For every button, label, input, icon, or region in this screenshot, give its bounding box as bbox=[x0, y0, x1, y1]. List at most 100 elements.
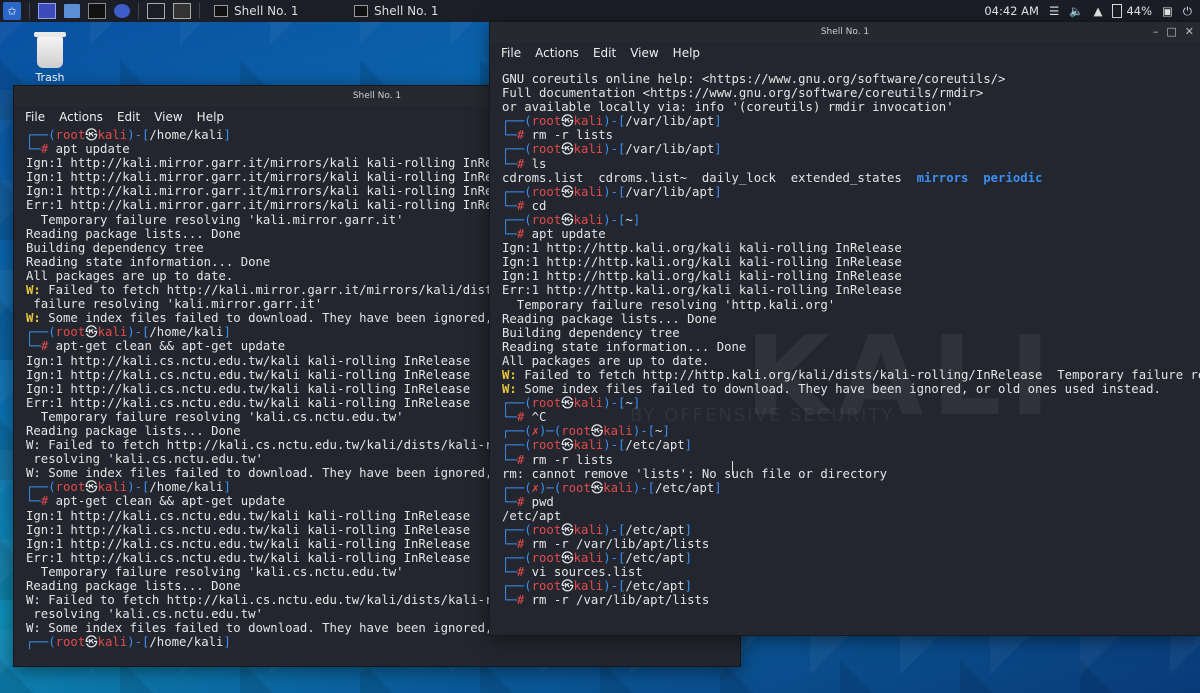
show-desktop-icon[interactable] bbox=[38, 3, 56, 19]
menu-edit[interactable]: Edit bbox=[593, 46, 616, 60]
prompt-user: root bbox=[55, 635, 86, 650]
prompt-host: kali bbox=[603, 480, 633, 495]
terminal-launcher-icon[interactable] bbox=[88, 3, 106, 19]
prompt-frame: )-[ bbox=[127, 128, 150, 142]
ls-files: cdroms.list cdroms.list~ daily_lock exte… bbox=[502, 170, 917, 185]
prompt-at: ㉿ bbox=[85, 325, 98, 340]
terminal-line: ┌──(✗)─(root㉿kali)-[/etc/apt] bbox=[502, 481, 1200, 495]
terminal-window-front[interactable]: Shell No. 1 – □ ✕ File Actions Edit View Hel… bbox=[490, 22, 1200, 635]
prompt-frame: ] bbox=[684, 579, 693, 594]
prompt-frame: ] bbox=[714, 114, 722, 129]
prompt-dir: /etc/apt bbox=[625, 523, 685, 537]
menu-file[interactable]: File bbox=[501, 46, 521, 60]
prompt-frame: ] bbox=[662, 424, 670, 439]
terminal-line: └─# cd bbox=[502, 199, 1200, 213]
prompt-frame: ( bbox=[48, 325, 56, 340]
prompt-hash: # bbox=[516, 537, 532, 552]
prompt-user: root bbox=[55, 480, 86, 495]
window-titlebar[interactable]: Shell No. 1 – □ ✕ bbox=[490, 22, 1200, 42]
notification-bell-icon[interactable]: ▲ bbox=[1094, 4, 1103, 18]
clock[interactable]: 04:42 AM bbox=[984, 4, 1039, 18]
minimize-icon[interactable]: – bbox=[1153, 25, 1159, 38]
lock-icon[interactable]: ▣ bbox=[1162, 4, 1173, 18]
output-text: GNU coreutils online help: <https://www.… bbox=[502, 72, 1006, 86]
taskbar-item-shell-1[interactable]: Shell No. 1 bbox=[204, 0, 326, 22]
prompt-frame: └─ bbox=[502, 227, 517, 242]
prompt-host: kali bbox=[573, 114, 604, 129]
desktop-icon-trash[interactable]: Trash bbox=[24, 32, 76, 84]
power-icon[interactable]: ⏻ bbox=[1183, 4, 1192, 19]
workspace-2-icon[interactable] bbox=[173, 3, 191, 19]
prompt-host: kali bbox=[573, 523, 604, 537]
prompt-at: ㉿ bbox=[85, 635, 98, 650]
terminal-output[interactable]: GNU coreutils online help: <https://www.… bbox=[490, 72, 1200, 635]
prompt-frame: ( bbox=[524, 551, 532, 566]
prompt-hash: # bbox=[40, 339, 56, 354]
prompt-host: kali bbox=[97, 128, 128, 142]
battery-icon[interactable] bbox=[1112, 4, 1123, 18]
terminal-line: └─# ^C bbox=[502, 410, 1200, 424]
terminal-line: ┌──(root㉿kali)-[/var/lib/apt] bbox=[502, 185, 1200, 199]
prompt-frame: ] bbox=[223, 480, 231, 495]
output-text: failure resolving 'kali.mirror.garr.it' bbox=[26, 297, 323, 312]
menu-view[interactable]: View bbox=[630, 46, 658, 60]
output-text: Ign:1 http://kali.mirror.garr.it/mirrors… bbox=[26, 156, 530, 171]
prompt-host: kali bbox=[573, 212, 604, 227]
menu-help[interactable]: Help bbox=[197, 110, 224, 124]
browser-icon[interactable] bbox=[114, 4, 130, 18]
terminal-line: Reading package lists... Done bbox=[502, 312, 1200, 326]
terminal-line: └─# vi sources.list bbox=[502, 565, 1200, 579]
prompt-at: ㉿ bbox=[561, 551, 574, 566]
maximize-icon[interactable]: □ bbox=[1166, 25, 1176, 38]
terminal-line: └─# apt update bbox=[502, 227, 1200, 241]
output-text: Ign:1 http://kali.cs.nctu.edu.tw/kali ka… bbox=[26, 522, 471, 537]
output-text: Temporary failure resolving 'kali.mirror… bbox=[26, 212, 404, 227]
terminal-line: Ign:1 http://http.kali.org/kali kali-rol… bbox=[502, 255, 1200, 269]
terminal-line: ┌──(root㉿kali)-[~] bbox=[502, 396, 1200, 410]
prompt-at: ㉿ bbox=[561, 142, 574, 157]
output-text: Err:1 http://kali.cs.nctu.edu.tw/kali ka… bbox=[26, 395, 471, 410]
output-text: Reading package lists... Done bbox=[502, 311, 717, 326]
menu-actions[interactable]: Actions bbox=[59, 110, 103, 124]
output-text: resolving 'kali.cs.nctu.edu.tw' bbox=[26, 452, 263, 467]
prompt-dir: /etc/apt bbox=[625, 438, 685, 453]
prompt-frame: )-[ bbox=[127, 480, 150, 495]
prompt-frame: └─ bbox=[502, 565, 517, 580]
output-text: Err:1 http://kali.cs.nctu.edu.tw/kali ka… bbox=[26, 550, 471, 565]
top-panel: ✩ Shell No. 1 Shell No. 1 04:42 AM ☰ 🔈 ▲… bbox=[0, 0, 1200, 22]
terminal-line: Reading state information... Done bbox=[502, 340, 1200, 354]
menu-view[interactable]: View bbox=[154, 110, 182, 124]
menu-actions[interactable]: Actions bbox=[535, 46, 579, 60]
prompt-hash: # bbox=[516, 593, 532, 608]
terminal-line: W: Some index files failed to download. … bbox=[502, 382, 1200, 396]
terminal-icon bbox=[214, 5, 228, 17]
prompt-frame: ] bbox=[714, 480, 722, 495]
prompt-dir: /home/kali bbox=[149, 480, 224, 495]
prompt-frame: └─ bbox=[26, 339, 41, 354]
ls-directory: mirrors bbox=[916, 170, 984, 185]
menu-edit[interactable]: Edit bbox=[117, 110, 140, 124]
taskbar-item-shell-2[interactable]: Shell No. 1 bbox=[344, 0, 466, 22]
terminal-line: W: Failed to fetch http://http.kali.org/… bbox=[502, 368, 1200, 382]
prompt-frame: ] bbox=[223, 635, 231, 650]
close-icon[interactable]: ✕ bbox=[1185, 25, 1194, 38]
output-text: Reading package lists... Done bbox=[26, 579, 241, 593]
file-manager-icon[interactable] bbox=[64, 4, 80, 18]
terminal-line: └─# rm -r /var/lib/apt/lists bbox=[502, 593, 1200, 607]
prompt-host: kali bbox=[573, 184, 604, 199]
menu-help[interactable]: Help bbox=[673, 46, 700, 60]
menu-file[interactable]: File bbox=[25, 110, 45, 124]
terminal-line: ┌──(root㉿kali)-[/var/lib/apt] bbox=[502, 142, 1200, 156]
prompt-frame: )-[ bbox=[603, 212, 626, 227]
prompt-frame: ┌── bbox=[502, 212, 525, 227]
prompt-user: root bbox=[55, 325, 86, 340]
prompt-user: root bbox=[561, 480, 591, 495]
terminal-line: ┌──(✗)─(root㉿kali)-[~] bbox=[502, 424, 1200, 438]
network-icon[interactable]: ☰ bbox=[1049, 4, 1059, 18]
volume-icon[interactable]: 🔈 bbox=[1069, 4, 1083, 18]
prompt-frame: ┌── bbox=[26, 128, 49, 142]
workspace-1-icon[interactable] bbox=[147, 3, 165, 19]
prompt-frame: ┌── bbox=[26, 480, 49, 495]
terminal-line: Ign:1 http://http.kali.org/kali kali-rol… bbox=[502, 269, 1200, 283]
kali-menu-icon[interactable]: ✩ bbox=[3, 2, 21, 20]
